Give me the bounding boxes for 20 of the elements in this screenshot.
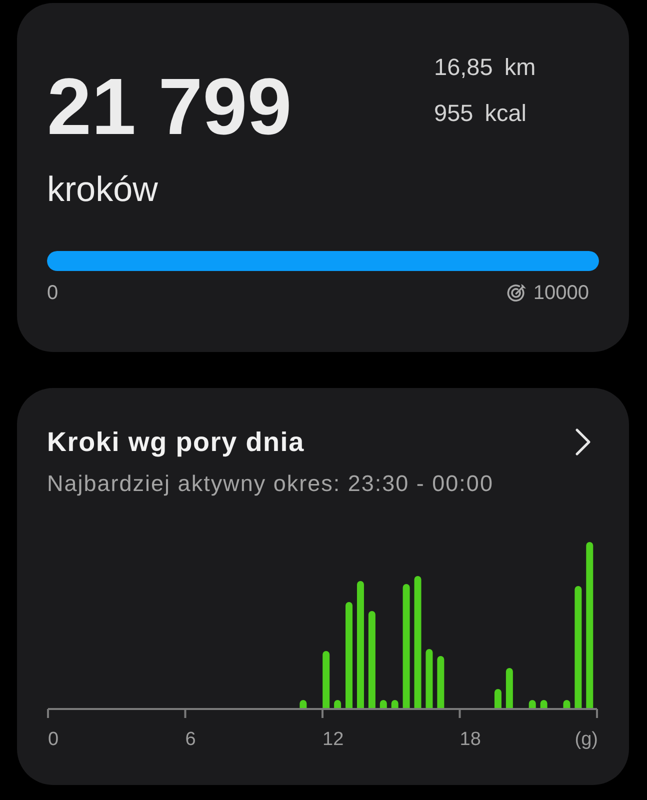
step-count: 21 799 xyxy=(47,67,292,147)
axis-label: 18 xyxy=(460,729,481,750)
step-bar xyxy=(426,649,433,709)
chevron-right-icon[interactable] xyxy=(575,428,591,456)
distance-value: 16,85 km xyxy=(434,53,537,81)
progress-min-label: 0 xyxy=(47,281,58,305)
target-icon xyxy=(507,283,528,303)
step-bar xyxy=(322,651,330,709)
goal-label: 10000 xyxy=(533,281,589,305)
axis-label: (g) xyxy=(574,729,598,750)
step-bar xyxy=(506,668,513,709)
most-active-period: Najbardziej aktywny okres: 23:30 - 00:00 xyxy=(47,470,494,497)
step-bar xyxy=(437,656,444,709)
axis-label: 0 xyxy=(48,729,59,750)
step-unit: kroków xyxy=(47,169,159,210)
axis-label: 12 xyxy=(322,729,344,750)
card-title: Kroki wg pory dnia xyxy=(47,426,304,458)
axis-label: 6 xyxy=(185,729,196,750)
step-bar xyxy=(494,689,502,709)
calories-value: 955 kcal xyxy=(434,99,528,127)
